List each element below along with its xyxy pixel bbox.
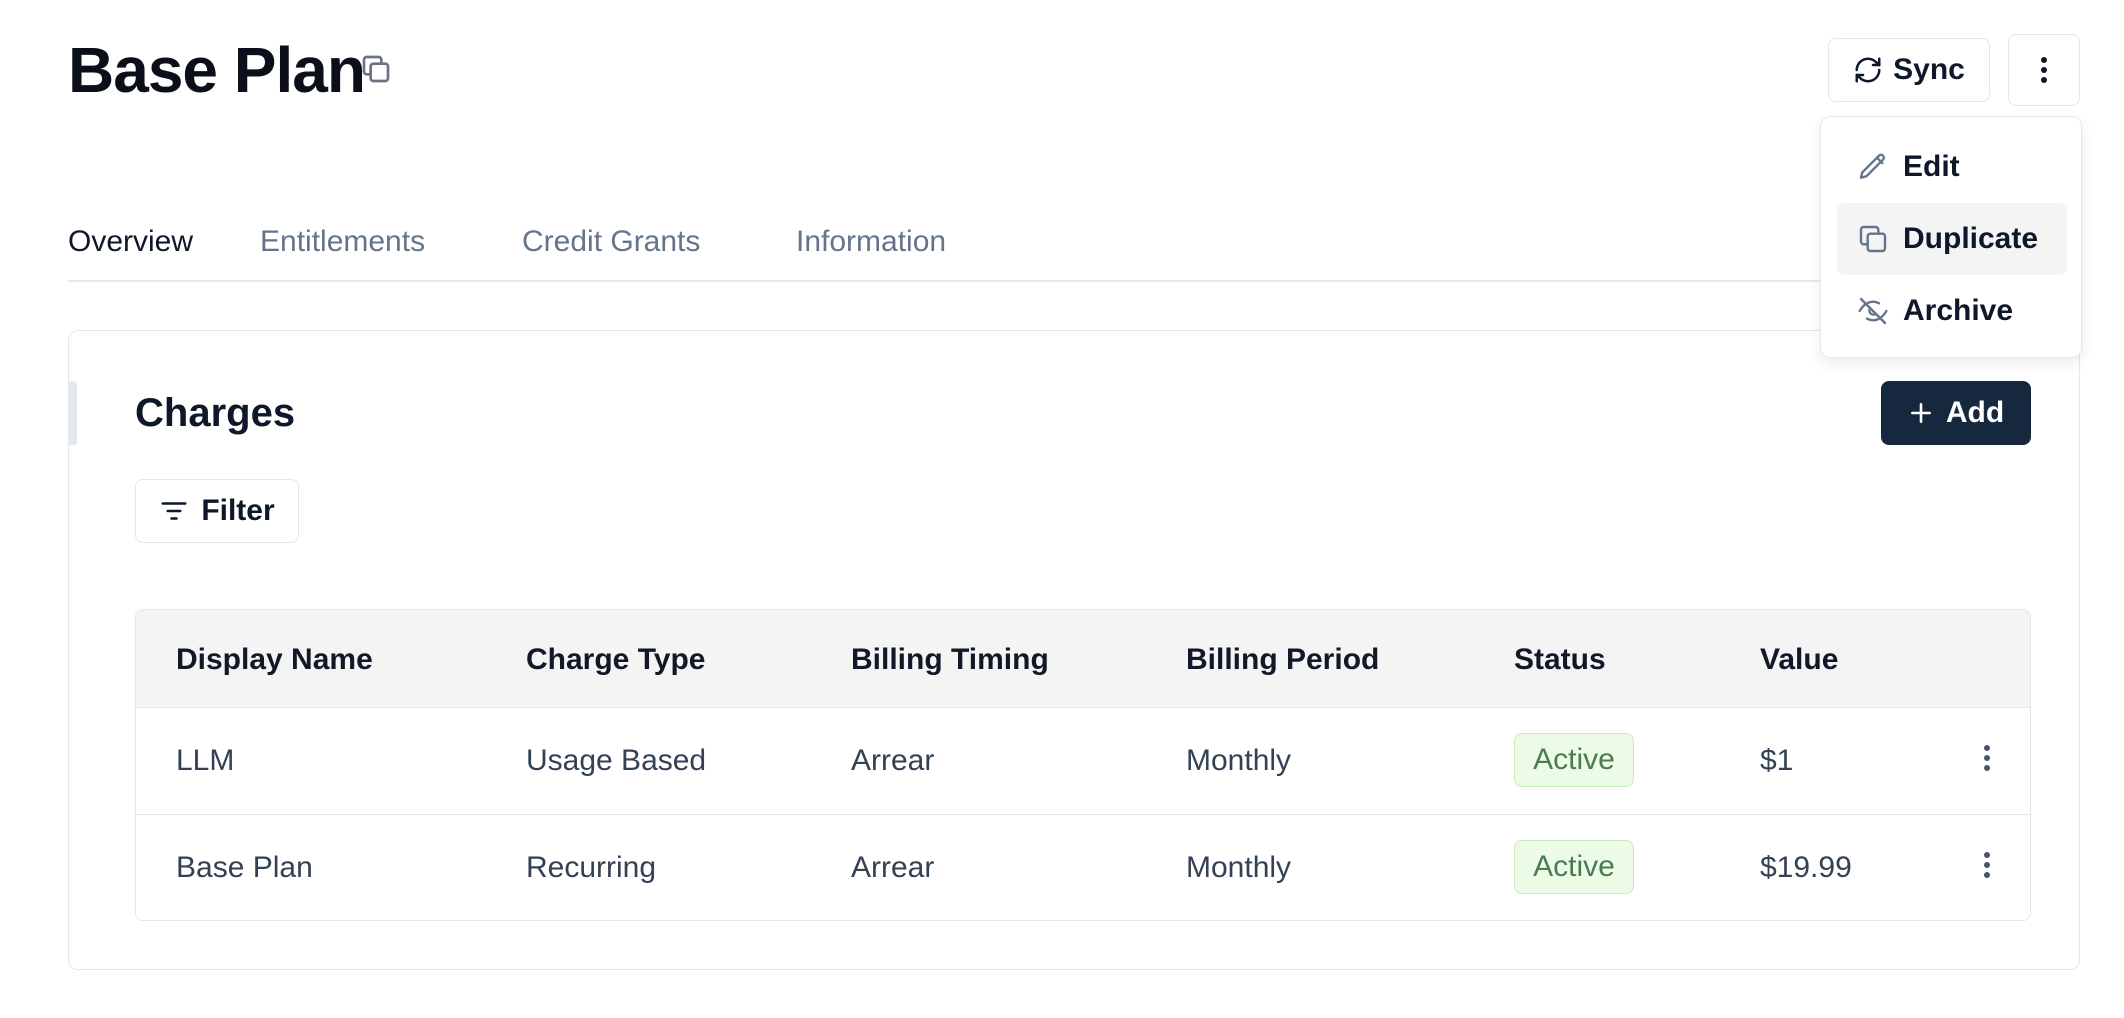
card-accent (69, 381, 77, 445)
pencil-icon (1857, 151, 1889, 183)
filter-icon (159, 496, 189, 526)
tab-overview[interactable]: Overview (68, 222, 193, 262)
menu-item-duplicate[interactable]: Duplicate (1837, 203, 2067, 275)
cell-billing-period: Monthly (1186, 851, 1292, 884)
charges-card: Charges Add Filter Display Name Charge T… (68, 330, 2080, 970)
tab-information[interactable]: Information (796, 222, 946, 262)
page-title: Base Plan (68, 34, 366, 106)
menu-item-label: Archive (1903, 294, 2014, 327)
tab-credit-grants[interactable]: Credit Grants (522, 222, 700, 262)
cell-billing-timing: Arrear (851, 744, 935, 777)
filter-label: Filter (201, 494, 275, 527)
table-row[interactable]: Base Plan Recurring Arrear Monthly Activ… (136, 814, 2030, 920)
column-header-billing-timing: Billing Timing (851, 643, 1049, 676)
column-header-charge-type: Charge Type (526, 643, 706, 676)
cell-charge-type: Recurring (526, 851, 657, 884)
cell-display-name: Base Plan (176, 851, 313, 884)
sync-label: Sync (1893, 53, 1965, 86)
cell-charge-type: Usage Based (526, 744, 707, 777)
cell-billing-period: Monthly (1186, 744, 1292, 777)
add-label: Add (1945, 396, 2005, 429)
menu-item-label: Edit (1903, 150, 1960, 183)
sync-button[interactable]: Sync (1828, 38, 1990, 102)
copy-icon (1857, 223, 1889, 255)
more-actions-button[interactable] (2008, 34, 2080, 106)
add-charge-button[interactable]: Add (1881, 381, 2031, 445)
menu-item-edit[interactable]: Edit (1837, 131, 2067, 203)
column-header-status: Status (1514, 643, 1606, 676)
charges-table: Display Name Charge Type Billing Timing … (135, 609, 2031, 921)
column-header-value: Value (1760, 643, 1839, 676)
status-badge: Active (1514, 733, 1634, 787)
table-header: Display Name Charge Type Billing Timing … (136, 610, 2030, 708)
plus-icon (1908, 400, 1934, 426)
plan-detail-page: Base Plan Sync Overview Entitlements Cre… (0, 0, 2124, 1018)
copy-icon[interactable] (360, 53, 392, 85)
filter-button[interactable]: Filter (135, 479, 299, 543)
more-vertical-icon (2040, 56, 2048, 84)
cell-value: $19.99 (1760, 851, 1852, 884)
menu-item-archive[interactable]: Archive (1837, 275, 2067, 347)
column-header-billing-period: Billing Period (1186, 643, 1380, 676)
eye-off-icon (1857, 295, 1889, 327)
menu-item-label: Duplicate (1903, 222, 2039, 255)
actions-dropdown-menu: Edit Duplicate Archive (1820, 116, 2082, 358)
column-header-display-name: Display Name (176, 643, 373, 676)
table-row[interactable]: LLM Usage Based Arrear Monthly Active $1 (136, 708, 2030, 814)
row-more-icon[interactable] (1972, 845, 2002, 885)
cell-billing-timing: Arrear (851, 851, 935, 884)
refresh-icon (1853, 55, 1883, 85)
charges-title: Charges (135, 391, 296, 435)
cell-value: $1 (1760, 744, 1794, 777)
status-badge: Active (1514, 840, 1634, 894)
tab-bar: Overview Entitlements Credit Grants Info… (68, 200, 2080, 282)
tab-entitlements[interactable]: Entitlements (260, 222, 425, 262)
cell-display-name: LLM (176, 744, 235, 777)
row-more-icon[interactable] (1972, 738, 2002, 778)
